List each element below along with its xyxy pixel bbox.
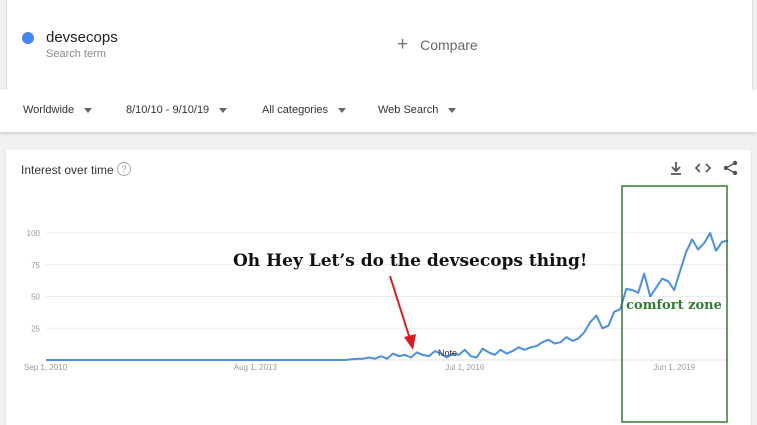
comfort-zone-label: comfort zone (626, 298, 722, 313)
interest-chart: 100 75 50 25 Sep 1, 2010 Aug 1, 2013 Jul 1, 2… (24, 185, 729, 423)
y-tick-labels: 100 75 50 25 (27, 229, 41, 333)
y-tick-label: 25 (31, 324, 40, 333)
y-tick-label: 75 (31, 261, 40, 270)
note-marker[interactable]: Note (438, 348, 457, 358)
y-tick-label: 100 (27, 229, 41, 238)
callout-arrow (389, 275, 416, 350)
x-tick-label: Jul 1, 2016 (445, 363, 485, 372)
x-tick-label: Aug 1, 2013 (234, 363, 278, 372)
y-tick-label: 50 (31, 293, 40, 302)
x-tick-label: Jun 1, 2019 (653, 363, 695, 372)
x-tick-label: Sep 1, 2010 (24, 363, 68, 372)
callout-text: Oh Hey Let’s do the devsecops thing! (233, 251, 587, 271)
x-tick-labels: Sep 1, 2010 Aug 1, 2013 Jul 1, 2016 Jun 1, … (24, 363, 696, 372)
